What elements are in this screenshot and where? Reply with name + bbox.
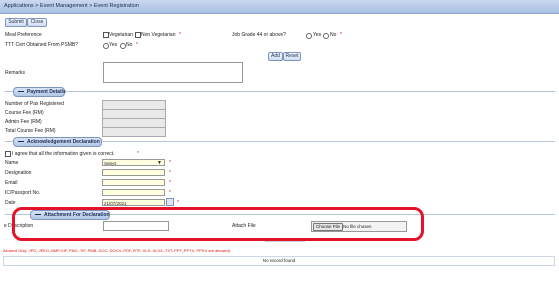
vegetarian-label: Vegetarian bbox=[109, 32, 133, 38]
allowed-file-types-note: Allowed Only: JPG,.JPEG,.BMP,GIF,.PNG,.T… bbox=[3, 248, 231, 253]
agree-label: I agree that all the information given i… bbox=[12, 151, 115, 157]
date-label: Date bbox=[5, 200, 16, 206]
acknowledgement-header: Acknowledgement Declaration bbox=[13, 137, 102, 147]
payment-details-title: Payment Details bbox=[27, 89, 66, 95]
job-grade-label: Job Grade 44 or above? bbox=[232, 32, 286, 38]
name-label: Name bbox=[5, 160, 19, 166]
required-marker: * bbox=[169, 170, 171, 176]
total-course-fee-label: Total Course Fee (RM) bbox=[5, 128, 56, 134]
remarks-label: Remarks bbox=[5, 70, 26, 76]
close-button[interactable]: Close bbox=[27, 18, 47, 27]
job-grade-no-label: No bbox=[330, 32, 337, 38]
ttt-yes-label: Yes bbox=[109, 42, 118, 48]
non-vegetarian-label: Non Vegetarian bbox=[141, 32, 176, 38]
required-marker: * bbox=[340, 32, 342, 38]
job-grade-yes-label: Yes bbox=[313, 32, 322, 38]
highlight-outline bbox=[12, 207, 424, 241]
job-grade-yes-radio[interactable] bbox=[306, 33, 312, 39]
name-select[interactable]: Select ▼ bbox=[102, 159, 165, 166]
total-course-fee-field bbox=[102, 127, 166, 137]
submit-button[interactable]: Submit bbox=[5, 18, 27, 27]
ic-passport-label: IC/Passport No. bbox=[5, 190, 41, 196]
meal-preference-label: Meal Preference bbox=[5, 32, 42, 38]
reset-button[interactable]: Reset bbox=[283, 52, 301, 61]
remarks-textarea[interactable] bbox=[103, 62, 243, 83]
date-input[interactable]: 21/07/2021 bbox=[102, 199, 165, 206]
section-divider bbox=[5, 91, 555, 92]
pax-registered-label: Number of Pax Registered bbox=[5, 101, 64, 107]
ic-passport-input[interactable] bbox=[102, 189, 165, 196]
admin-fee-label: Admin Fee (RM) bbox=[5, 119, 42, 125]
designation-label: Designation bbox=[5, 170, 32, 176]
add-button[interactable]: Add bbox=[268, 52, 283, 61]
agree-checkbox[interactable] bbox=[5, 151, 11, 157]
course-fee-label: Course Fee (RM) bbox=[5, 110, 44, 116]
no-record-text: No record found bbox=[262, 258, 296, 263]
required-marker: * bbox=[137, 151, 139, 157]
required-marker: * bbox=[169, 160, 171, 166]
calendar-icon[interactable] bbox=[166, 198, 174, 206]
required-marker: * bbox=[169, 180, 171, 186]
required-marker: * bbox=[177, 200, 179, 206]
chevron-down-icon: ▼ bbox=[157, 160, 162, 166]
email-label: Email bbox=[5, 180, 18, 186]
acknowledgement-title: Acknowledgement Declaration bbox=[27, 139, 100, 145]
name-select-value: Select bbox=[104, 161, 117, 166]
required-marker: * bbox=[136, 42, 138, 48]
required-marker: * bbox=[169, 190, 171, 196]
ttt-no-label: No bbox=[126, 42, 133, 48]
job-grade-no-radio[interactable] bbox=[323, 33, 329, 39]
payment-details-header: Payment Details bbox=[13, 87, 66, 97]
designation-input[interactable] bbox=[102, 169, 165, 176]
required-marker: * bbox=[179, 32, 181, 38]
collapse-icon[interactable] bbox=[18, 141, 24, 143]
attachment-table: No record found bbox=[3, 256, 555, 266]
email-input[interactable] bbox=[102, 179, 165, 186]
breadcrumb: Applications > Event Management > Event … bbox=[4, 3, 139, 9]
collapse-icon[interactable] bbox=[18, 91, 24, 93]
breadcrumb-bar: Applications > Event Management > Event … bbox=[0, 0, 559, 14]
ttt-cert-label: TTT Cert Obtained From PSMB? bbox=[5, 42, 78, 48]
